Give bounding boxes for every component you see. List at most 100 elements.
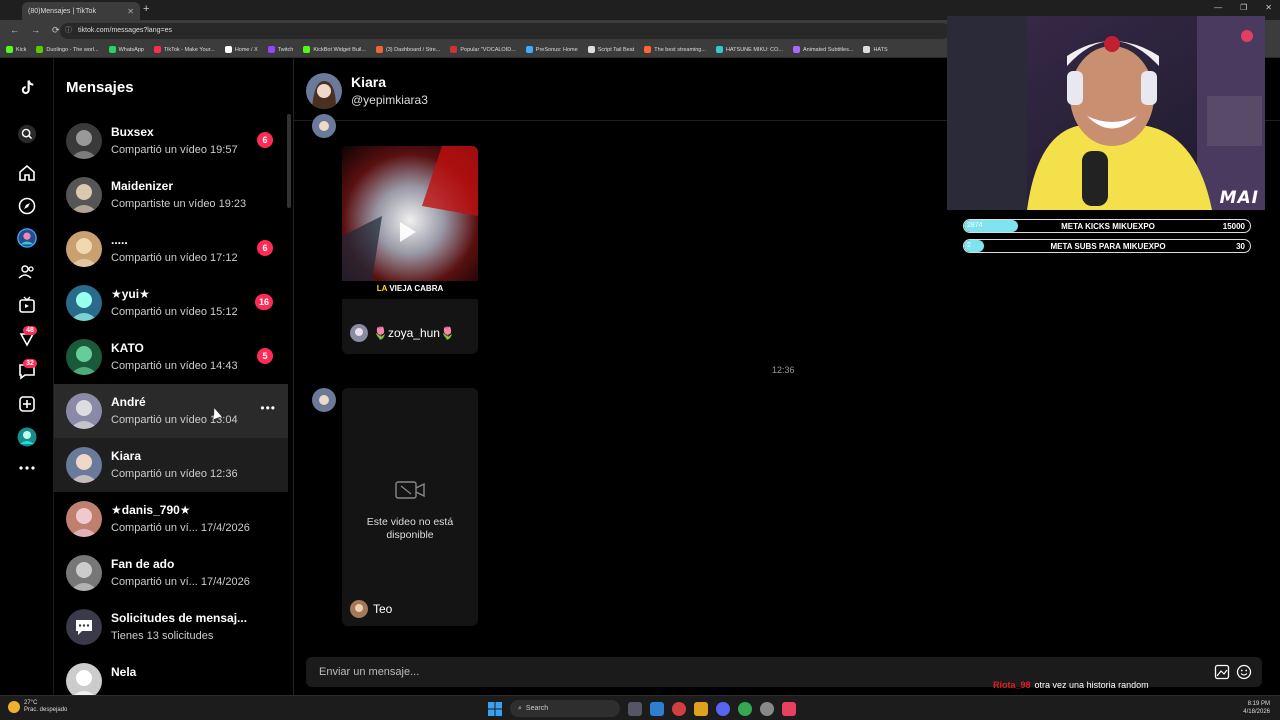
conversation-item[interactable]: Kiara Compartió un vídeo 12:36 [54,438,288,492]
conversation-name: KATO [111,341,144,355]
emoji-icon[interactable] [1236,664,1252,680]
bookmark-label: PreSonus: Home [535,46,578,53]
conversation-item[interactable]: KATO Compartió un vídeo 14:43 5 [54,330,288,384]
video-thumbnail[interactable] [342,146,478,281]
new-tab-icon[interactable]: + [143,3,149,15]
conversation-item[interactable]: ★danis_790★ Compartió un ví... 17/4/2026 [54,492,288,546]
discord-icon[interactable] [716,701,730,716]
bookmark-item[interactable]: (3) Dashboard / Stre... [375,46,440,53]
bookmark-label: Script Tail Beat [597,46,635,53]
bookmark-item[interactable]: WhatsApp [108,46,144,53]
bookmark-item[interactable]: HATS [863,46,888,53]
live-avatar-icon[interactable] [17,228,37,248]
bookmark-item[interactable]: Animated Subtitles... [793,46,853,53]
bookmark-favicon-icon [108,46,116,53]
goal-label: META KICKS MIKUEXPO [1061,222,1155,231]
bookmark-label: KickBot Widget Buil... [313,46,366,53]
bookmark-item[interactable]: Script Tail Beat [587,46,635,53]
more-options-icon[interactable]: ••• [260,401,276,415]
bookmark-item[interactable]: Duolingo - The worl... [36,46,99,53]
conversation-item[interactable]: Nela [54,654,288,695]
conversation-item[interactable]: ★yui★ Compartió un vídeo 15:12 16 [54,276,288,330]
chat-avatar[interactable] [306,73,342,109]
upload-icon[interactable] [17,394,37,414]
message-requests-row[interactable]: Solicitudes de mensaj... Tienes 13 solici… [54,600,288,654]
conversation-avatar [66,231,102,267]
conversation-preview: Compartiste un vídeo 19:23 [111,198,247,210]
streamer-logo: MAI [1219,188,1259,208]
goal-label: META SUBS PARA MIKUEXPO [1050,242,1166,251]
chat-contact-name[interactable]: Kiara [351,74,386,90]
bookmark-item[interactable]: HATSUNE MIKU: CO... [715,46,783,53]
profile-avatar-icon[interactable] [17,427,37,447]
message-avatar[interactable] [312,388,336,412]
maximize-icon[interactable]: ❐ [1240,3,1247,12]
weather-icon [8,701,20,713]
conversation-item[interactable]: Fan de ado Compartió un ví... 17/4/2026 [54,546,288,600]
bookmark-item[interactable]: PreSonus: Home [525,46,578,53]
bookmark-item[interactable]: Kick [6,46,26,53]
conversation-item[interactable]: André Compartió un vídeo 13:04 ••• [54,384,288,438]
live-icon[interactable] [17,295,37,315]
taskbar-search[interactable]: ⌕ Search [510,700,620,717]
conversation-item[interactable]: Buxsex Compartió un vídeo 19:57 6 [54,114,288,168]
back-icon[interactable]: ← [10,25,19,36]
conversation-item[interactable]: Maidenizer Compartiste un vídeo 19:23 [54,168,288,222]
search-icon: ⌕ [518,704,522,712]
bookmark-item[interactable]: Twitch [267,46,293,53]
video-author[interactable]: Teo [350,600,392,618]
conversation-name: Fan de ado [111,557,175,571]
minimize-icon[interactable]: — [1214,3,1222,12]
goal-target: 30 [1236,242,1245,251]
conversation-name: ★danis_790★ [111,503,191,517]
window-controls: — ❐ ✕ [1214,3,1272,12]
bookmark-item[interactable]: Home / X [224,46,258,53]
video-author-avatar [350,600,368,618]
weather-desc: Prac. despejado [24,707,68,713]
tiktok-logo-icon[interactable] [17,78,37,98]
bookmark-item[interactable]: KickBot Widget Buil... [303,46,366,53]
weather-widget[interactable]: 27°C Prac. despejado [8,700,67,714]
bookmark-item[interactable]: The best streaming... [644,46,706,53]
forward-icon[interactable]: → [31,25,40,36]
bookmark-label: HATSUNE MIKU: CO... [725,46,783,53]
image-upload-icon[interactable] [1214,664,1230,680]
video-author[interactable]: 🌷zoya_hun🌷 [350,324,455,342]
edge-icon[interactable] [650,701,664,716]
system-clock[interactable]: 8:19 PM 4/18/2026 [1243,700,1270,716]
bookmark-label: Duolingo - The worl... [46,46,99,53]
settings-icon[interactable] [760,701,774,716]
chrome-icon[interactable] [738,701,752,716]
notifications-badge: 48 [23,326,37,335]
nav-buttons: ← → ⟳ [10,25,60,36]
conversation-item[interactable]: ..... Compartió un vídeo 17:12 6 [54,222,288,276]
shared-video-card[interactable]: LA VIEJA CABRA 🌷zoya_hun🌷 [342,146,478,354]
bookmark-item[interactable]: Popular "VOCALOID... [450,46,516,53]
close-window-icon[interactable]: ✕ [1265,3,1272,12]
conversation-avatar [66,123,102,159]
url-field[interactable]: tiktok.com/messages?lang=es [60,23,950,39]
bookmark-favicon-icon [863,46,871,53]
video-author-avatar [350,324,368,342]
task-view-icon[interactable] [628,701,642,716]
bookmark-favicon-icon [267,46,275,53]
home-icon[interactable] [17,163,37,183]
following-icon[interactable] [17,262,37,282]
explore-icon[interactable] [17,196,37,216]
chat-contact-handle: @yepimkiara3 [351,93,428,107]
bookmark-favicon-icon [36,46,44,53]
music-app-icon[interactable] [782,701,796,716]
search-icon[interactable] [17,124,37,144]
opera-icon[interactable] [672,701,686,716]
bookmark-item[interactable]: TikTok - Make Your... [153,46,215,53]
conversation-scrollbar[interactable] [287,114,291,208]
unavailable-video-card[interactable]: Este video no está disponible Teo [342,388,478,626]
message-avatar[interactable] [312,114,336,138]
close-tab-icon[interactable]: ✕ [127,7,134,16]
play-icon[interactable] [400,222,416,242]
more-icon[interactable] [17,458,37,478]
browser-tab[interactable]: (80)Mensajes | TikTok ✕ [22,2,140,20]
file-explorer-icon[interactable] [694,701,708,716]
reload-icon[interactable]: ⟳ [52,25,60,36]
windows-start-icon[interactable] [488,701,502,716]
